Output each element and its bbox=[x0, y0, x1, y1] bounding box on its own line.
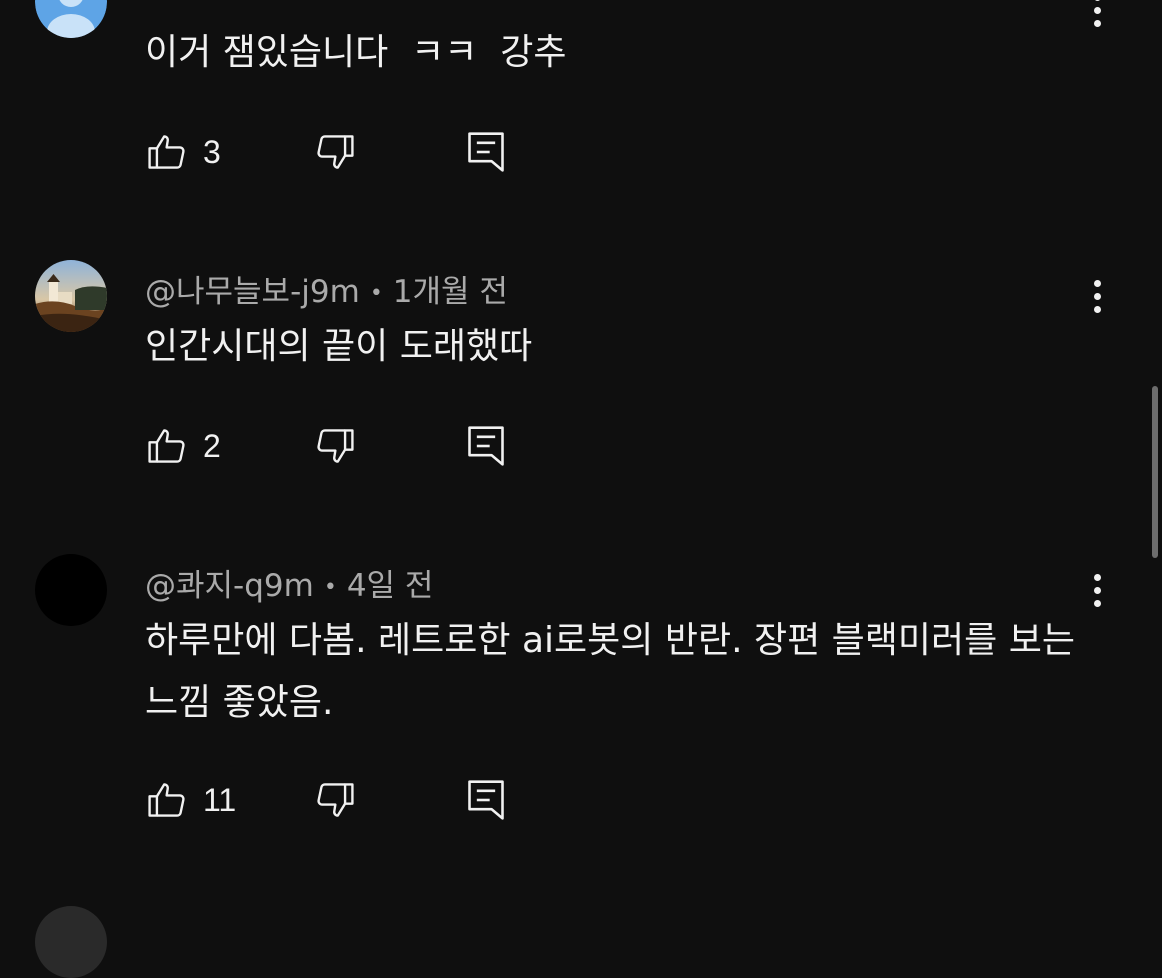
more-vertical-icon[interactable] bbox=[1082, 566, 1112, 614]
separator-dot: • bbox=[369, 281, 383, 306]
like-count: 11 bbox=[203, 781, 237, 818]
avatar[interactable] bbox=[35, 0, 107, 38]
comment-text: 하루만에 다봄. 레트로한 ai로봇의 반란. 장편 블랙미러를 보는 느낌 좋… bbox=[145, 620, 1087, 723]
comment-actions: 2 bbox=[0, 416, 1162, 476]
like-button[interactable]: 2 bbox=[145, 416, 221, 476]
reply-comment-icon bbox=[468, 780, 504, 820]
separator-dot: • bbox=[323, 575, 337, 600]
comment-time[interactable]: 4일 전 bbox=[347, 568, 434, 604]
reply-comment-icon bbox=[468, 426, 504, 466]
thumbs-up-icon bbox=[148, 429, 185, 463]
comment-meta: @나무늘보-j9m • 1개월 전 bbox=[145, 266, 508, 311]
dislike-button[interactable] bbox=[313, 770, 357, 830]
scrollbar[interactable] bbox=[1152, 386, 1158, 558]
like-count: 2 bbox=[203, 427, 221, 464]
thumbs-down-icon bbox=[317, 135, 354, 169]
comment-text: 이거 잼있습니다 ㅋㅋ 강추 bbox=[145, 32, 567, 73]
comment-author[interactable]: @나무늘보-j9m bbox=[145, 274, 360, 310]
default-person-avatar-icon bbox=[35, 0, 107, 38]
comment-text: 인간시대의 끝이 도래했따 bbox=[145, 326, 533, 367]
more-vertical-icon[interactable] bbox=[1082, 272, 1112, 320]
like-button[interactable]: 11 bbox=[145, 770, 236, 830]
thumbs-up-icon bbox=[148, 135, 185, 169]
reply-button[interactable] bbox=[464, 770, 508, 830]
thumbs-up-icon bbox=[148, 783, 185, 817]
comment-actions: 3 bbox=[0, 122, 1162, 182]
reply-button[interactable] bbox=[464, 416, 508, 476]
avatar[interactable] bbox=[35, 260, 107, 332]
comment-meta: @콰지-q9m • 4일 전 bbox=[145, 560, 433, 605]
comment-time[interactable]: 1개월 전 bbox=[393, 274, 508, 310]
dislike-button[interactable] bbox=[313, 416, 357, 476]
thumbs-down-icon bbox=[317, 429, 354, 463]
comment-author[interactable]: @콰지-q9m bbox=[145, 568, 314, 604]
comment-actions: 11 bbox=[0, 770, 1162, 830]
thumbs-down-icon bbox=[317, 783, 354, 817]
avatar[interactable] bbox=[35, 906, 107, 978]
like-count: 3 bbox=[203, 133, 221, 170]
lighthouse-photo-avatar-icon bbox=[35, 260, 107, 332]
reply-comment-icon bbox=[468, 132, 504, 172]
reply-button[interactable] bbox=[464, 122, 508, 182]
like-button[interactable]: 3 bbox=[145, 122, 221, 182]
dislike-button[interactable] bbox=[313, 122, 357, 182]
avatar[interactable] bbox=[35, 554, 107, 626]
